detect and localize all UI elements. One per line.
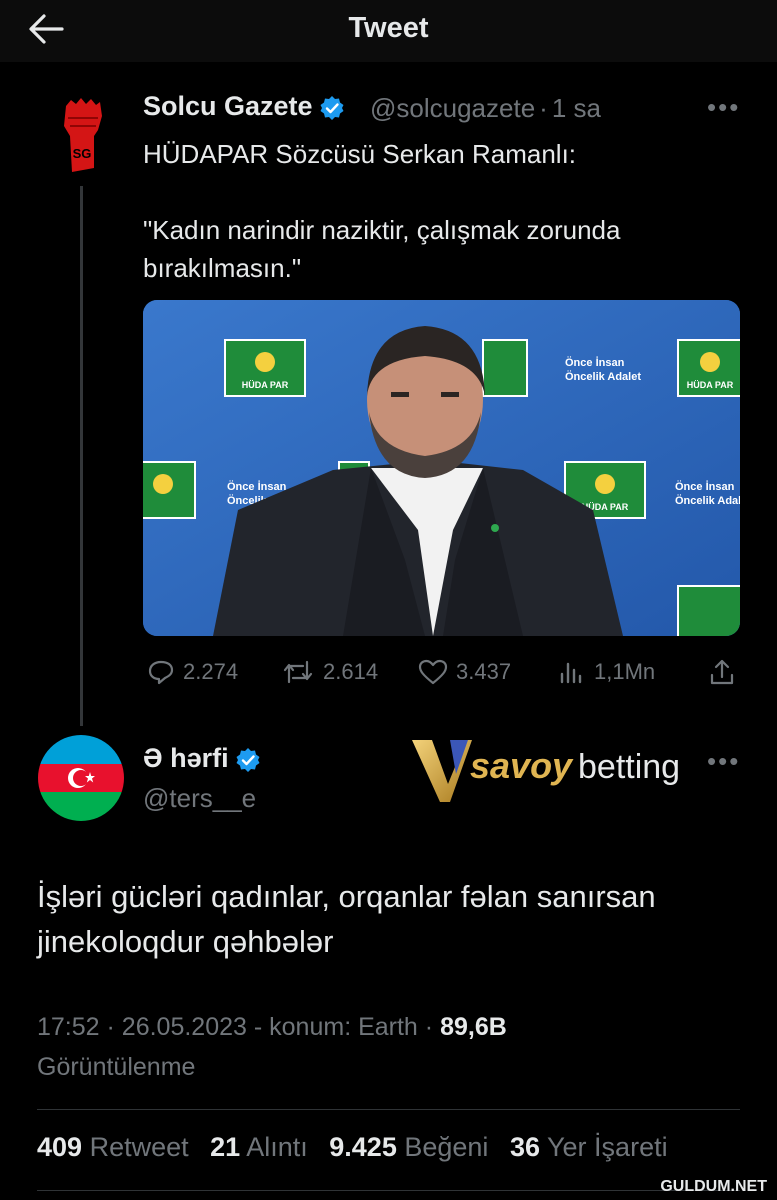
retweets-stat[interactable]: 409 Retweet: [37, 1132, 189, 1162]
stat-label: Yer İşareti: [547, 1132, 668, 1162]
text-line: HÜDAPAR Sözcüsü Serkan Ramanlı:: [143, 139, 577, 169]
text-line: [143, 173, 743, 211]
tweet-time[interactable]: 17:52: [37, 1013, 100, 1041]
tweet-view-count: 89,6B: [440, 1013, 507, 1041]
views-count: 1,1Mn: [594, 659, 656, 684]
divider: [37, 1190, 740, 1191]
separator: -: [253, 1013, 263, 1041]
text-line: jinekoloqdur qəhbələr: [37, 924, 334, 959]
backdrop-logo-text: HÜDA PAR: [242, 380, 289, 390]
tweet-timestamp-row: 17:52 · 26.05.2023 - konum: Earth · 89,6…: [37, 1013, 507, 1042]
separator: ·: [539, 93, 548, 123]
page-title: Tweet: [348, 12, 429, 44]
tweet-photo[interactable]: HÜDA PAR HÜDA PAR HÜDA PAR Önce İnsan Ön…: [143, 300, 740, 636]
reply-button[interactable]: 2.274: [147, 652, 238, 692]
stat-count: 36: [509, 1132, 540, 1162]
quoted-author-name[interactable]: Solcu Gazete: [143, 91, 345, 122]
quoted-tweet-text: HÜDAPAR Sözcüsü Serkan Ramanlı: "Kadın n…: [143, 135, 743, 287]
solcu-gazete-avatar[interactable]: SG: [52, 96, 112, 176]
views-button[interactable]: 1,1Mn: [558, 652, 655, 692]
views-chart-icon: [560, 662, 582, 684]
backdrop-slogan: Önce İnsan: [227, 480, 287, 493]
heart-icon: [418, 659, 448, 685]
quoted-actions: 2.274 2.614 3.437 1,1Mn: [143, 652, 743, 692]
top-bar: Tweet: [0, 0, 777, 62]
likes-stat[interactable]: 9.425 Beğeni: [329, 1132, 488, 1162]
separator: ·: [106, 1013, 115, 1041]
quoted-meta: @solcugazete · 1 sa: [370, 93, 601, 124]
reply-icon: [148, 660, 174, 685]
backdrop-slogan: Öncelik Adalet: [675, 494, 740, 507]
tweet-location: konum: Earth: [269, 1013, 418, 1041]
stat-label: Beğeni: [404, 1132, 489, 1162]
quotes-stat[interactable]: 21 Alıntı: [210, 1132, 308, 1162]
quoted-handle[interactable]: @solcugazete: [370, 93, 535, 123]
text-line: İşləri gücləri qadınlar, orqanlar fəlan …: [37, 879, 656, 914]
like-count: 3.437: [456, 659, 512, 684]
savoybetting-ad-logo[interactable]: savoy betting: [410, 734, 700, 806]
backdrop-slogan: Önce İnsan: [675, 480, 735, 493]
ad-brand-part2: betting: [578, 748, 680, 786]
watermark: GULDUM.NET: [660, 1178, 767, 1195]
like-button[interactable]: 3.437: [418, 652, 511, 692]
share-button[interactable]: [707, 652, 745, 692]
retweet-button[interactable]: 2.614: [281, 652, 378, 692]
text-line: "Kadın narindir naziktir, çalışmak zorun…: [143, 215, 621, 245]
backdrop-slogan: Önce İnsan: [565, 356, 625, 369]
separator: ·: [424, 1013, 434, 1041]
stat-count: 21: [210, 1132, 241, 1162]
engagement-stats: 409 Retweet 21 Alıntı 9.425 Beğeni 36 Ye…: [37, 1132, 668, 1163]
verified-badge-icon: [235, 747, 261, 773]
backdrop-logo-text: HÜDA PAR: [687, 380, 734, 390]
stat-count: 9.425: [329, 1132, 397, 1162]
stat-count: 409: [37, 1132, 83, 1162]
avatar-label: SG: [73, 146, 92, 161]
more-options-icon[interactable]: •••: [707, 92, 740, 123]
reply-count: 2.274: [183, 659, 239, 684]
author-name-text: Ə hərfi: [143, 743, 229, 773]
divider: [37, 1109, 740, 1110]
stat-label: Alıntı: [246, 1132, 308, 1162]
views-label: Görüntülenme: [37, 1053, 196, 1081]
thread-line: [80, 186, 83, 726]
main-handle[interactable]: @ters__e: [143, 783, 256, 814]
backdrop-slogan: Öncelik Adalet: [565, 370, 641, 383]
author-name-text: Solcu Gazete: [143, 91, 313, 121]
retweet-count: 2.614: [323, 659, 379, 684]
azerbaijan-flag-avatar[interactable]: [38, 735, 124, 821]
stat-label: Retweet: [89, 1132, 189, 1162]
share-icon: [710, 659, 734, 685]
text-line: bırakılmasın.": [143, 253, 302, 283]
ad-brand-part1: savoy: [470, 745, 574, 786]
quoted-time[interactable]: 1 sa: [552, 93, 601, 123]
main-tweet-text: İşləri gücləri qadınlar, orqanlar fəlan …: [37, 874, 757, 964]
tweet-date[interactable]: 26.05.2023: [122, 1013, 247, 1041]
more-options-icon[interactable]: •••: [707, 746, 740, 777]
bookmarks-stat[interactable]: 36 Yer İşareti: [510, 1132, 668, 1162]
main-author-name[interactable]: Ə hərfi: [143, 743, 261, 774]
retweet-icon: [283, 660, 313, 684]
verified-badge-icon: [319, 95, 345, 121]
